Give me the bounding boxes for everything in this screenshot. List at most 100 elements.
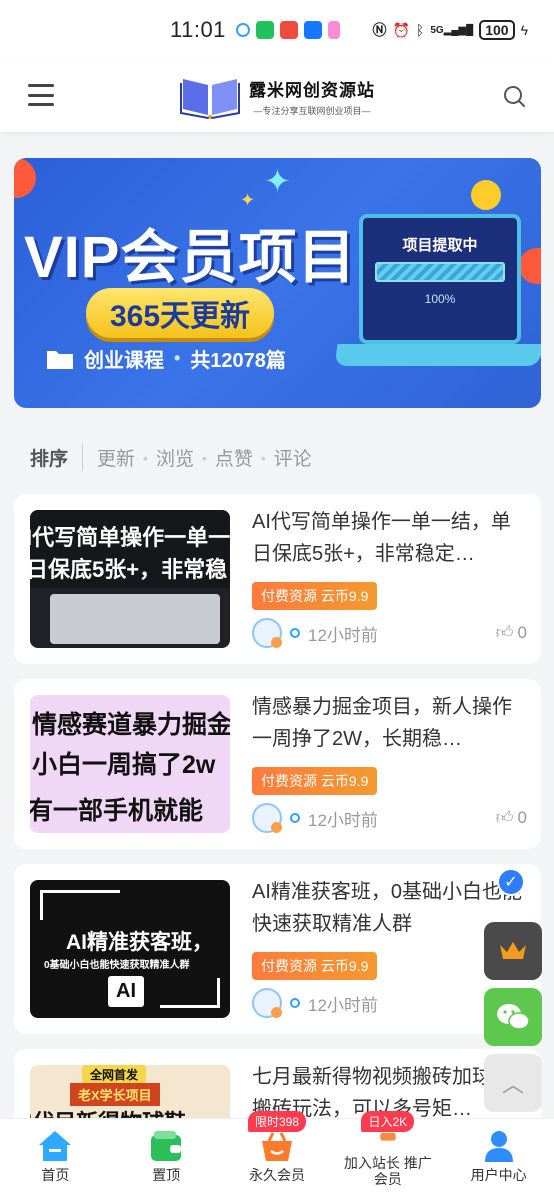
sort-option-views[interactable]: 浏览 [156, 444, 194, 471]
price-tag: 付费资源 云币9.9 [252, 952, 378, 980]
nav-label: 置顶 [152, 1167, 181, 1183]
sort-option-likes[interactable]: 点赞 [215, 444, 253, 471]
crown-icon [500, 942, 526, 959]
decor-shape [14, 158, 36, 198]
nav-user-center[interactable]: 用户中心 [443, 1119, 554, 1200]
article-meta: 12小时前 [252, 988, 378, 1018]
thumbs-up-icon: 👍︎ [495, 808, 514, 827]
site-subtitle: —专注分享互联网创业项目— [253, 105, 371, 116]
bottom-navigation: 首页 置顶 限时398 永久会员 日入2K 加入站长 推广会员 用户中心 [0, 1111, 554, 1200]
status-bar: 11:01 Ⓝ ⏰ ᛒ 5G▂▄▆█ 100 ϟ [0, 0, 554, 60]
network-type: 5G [430, 24, 444, 36]
like-button[interactable]: 👍︎ 0 [496, 622, 527, 643]
back-to-top-button[interactable]: ︿ [484, 1054, 542, 1112]
separator-dot: • [143, 449, 148, 466]
shop-notification-icon [327, 21, 340, 39]
nav-label: 首页 [41, 1167, 70, 1183]
site-logo[interactable]: 露米网创资源站 —专注分享互联网创业项目— [179, 73, 375, 119]
laptop-illustration: 项目提取中 100% [359, 214, 521, 344]
author-avatar[interactable] [252, 803, 282, 833]
site-title: 露米网创资源站 [249, 80, 375, 100]
separator-dot: • [174, 348, 181, 368]
thumbnail-text: 情感赛道暴力掘金 [32, 711, 230, 739]
app-notification-icon [279, 21, 298, 39]
laptop-base [334, 344, 541, 366]
sparkle-icon: ✦ [264, 163, 291, 199]
article-thumbnail[interactable]: AI精准获客班， 0基础小白也能快速获取精准人群 AI [30, 880, 230, 1018]
sort-option-comments[interactable]: 评论 [274, 444, 312, 471]
banner-pill: 365天更新 [86, 288, 274, 338]
decor-shape [471, 180, 501, 210]
notification-icon [235, 23, 250, 37]
nav-pinned[interactable]: 置顶 [111, 1119, 222, 1200]
wechat-button[interactable] [484, 988, 542, 1046]
separator-dot: • [201, 449, 207, 466]
article-meta: 12小时前 [252, 803, 378, 833]
nav-join-station[interactable]: 日入2K 加入站长 推广会员 [332, 1111, 443, 1200]
sparkle-icon: ✦ [240, 190, 256, 210]
promo-badge: 限时398 [247, 1111, 306, 1132]
article-thumbnail[interactable]: I代写简单操作一单一 日保底5张+，非常稳 [30, 510, 230, 648]
separator-dot: • [260, 449, 266, 466]
thumbnail-text: 有一部手机就能 [30, 797, 204, 825]
nav-lifetime-vip[interactable]: 限时398 永久会员 [222, 1111, 333, 1200]
basket-icon [261, 1132, 292, 1161]
like-count: 0 [517, 807, 527, 827]
system-status: Ⓝ ⏰ ᛒ 5G▂▄▆█ 100 ϟ [372, 20, 528, 40]
status-app-icons [235, 21, 340, 39]
article-card[interactable]: AI精准获客班， 0基础小白也能快速获取精准人群 AI AI精准获客班， 0基础小… [14, 864, 541, 1034]
thumbnail-text: I代写简单操作一单一 [30, 525, 230, 550]
sort-label: 排序 [30, 444, 84, 471]
thumbnail-text: 老X学长项目 [70, 1083, 160, 1106]
thumbnail-text: 日保底5张+，非常稳 [30, 557, 228, 582]
article-title[interactable]: AI代写简单操作一单一结，单日保底5张+，非常稳定… [252, 506, 526, 570]
article-title[interactable]: 情感暴力掘金项目，新人操作一周挣了2W，长期稳… [252, 691, 526, 755]
thumbnail-text: AI [108, 976, 144, 1007]
arrow-up-icon: ︿ [501, 1072, 524, 1097]
status-time: 11:01 [170, 17, 226, 42]
book-logo-icon [180, 79, 240, 119]
folder-icon [47, 350, 73, 369]
screen-progress-bar [375, 262, 505, 282]
author-avatar[interactable] [252, 618, 282, 648]
nfc-icon: Ⓝ [372, 22, 387, 38]
thumbnail-text: AI精准获客班， [66, 931, 213, 954]
price-tag: 付费资源 云币9.9 [252, 582, 378, 610]
station-icon [380, 1132, 396, 1141]
screen-progress-text: 100% [424, 292, 456, 306]
sort-option-update[interactable]: 更新 [97, 444, 135, 471]
nav-label: 加入站长 推广会员 [343, 1155, 432, 1187]
decor-shape [519, 248, 541, 284]
app-header: 露米网创资源站 —专注分享互联网创业项目— [0, 60, 554, 132]
like-button[interactable]: 👍︎ 0 [496, 807, 527, 828]
nav-label: 永久会员 [248, 1167, 305, 1183]
vip-crown-button[interactable] [484, 922, 542, 980]
like-count: 0 [517, 622, 527, 642]
thumbnail-text: 全网首发 [82, 1065, 147, 1084]
nav-home[interactable]: 首页 [0, 1119, 111, 1200]
home-icon [39, 1131, 72, 1161]
sort-bar: 排序 更新 • 浏览 • 点赞 • 评论 [30, 444, 312, 471]
bluetooth-icon: ᛒ [415, 22, 425, 38]
signal-icon: 5G▂▄▆█ [430, 24, 474, 36]
wechat-icon [497, 1004, 530, 1030]
thumbs-up-icon: 👍︎ [495, 623, 514, 642]
charging-icon: ϟ [520, 22, 528, 38]
article-time: 12小时前 [308, 625, 378, 645]
promo-badge: 日入2K [361, 1111, 415, 1132]
article-meta: 12小时前 [252, 618, 378, 648]
vip-banner[interactable]: ✦ ✦ VIP会员项目 365天更新 创业课程 • 共12078篇 项目提取中 … [14, 158, 541, 408]
user-icon [484, 1131, 513, 1162]
thumbnail-text: 0基础小白也能快速获取精准人群 [44, 960, 190, 971]
author-avatar[interactable] [252, 988, 282, 1018]
wallet-icon [151, 1131, 182, 1161]
clock-icon [290, 628, 300, 638]
hamburger-menu-icon[interactable] [28, 84, 54, 106]
alipay-notification-icon [303, 21, 322, 39]
wechat-notification-icon [255, 21, 274, 39]
article-thumbnail[interactable]: 情感赛道暴力掘金 小白一周搞了2w 有一部手机就能 [30, 695, 230, 833]
banner-category: 创业课程 [84, 350, 164, 372]
article-card[interactable]: 情感赛道暴力掘金 小白一周搞了2w 有一部手机就能 情感暴力掘金项目，新人操作一… [14, 679, 541, 849]
search-icon[interactable] [502, 84, 526, 108]
article-card[interactable]: I代写简单操作一单一 日保底5张+，非常稳 AI代写简单操作一单一结，单日保底5… [14, 494, 541, 664]
